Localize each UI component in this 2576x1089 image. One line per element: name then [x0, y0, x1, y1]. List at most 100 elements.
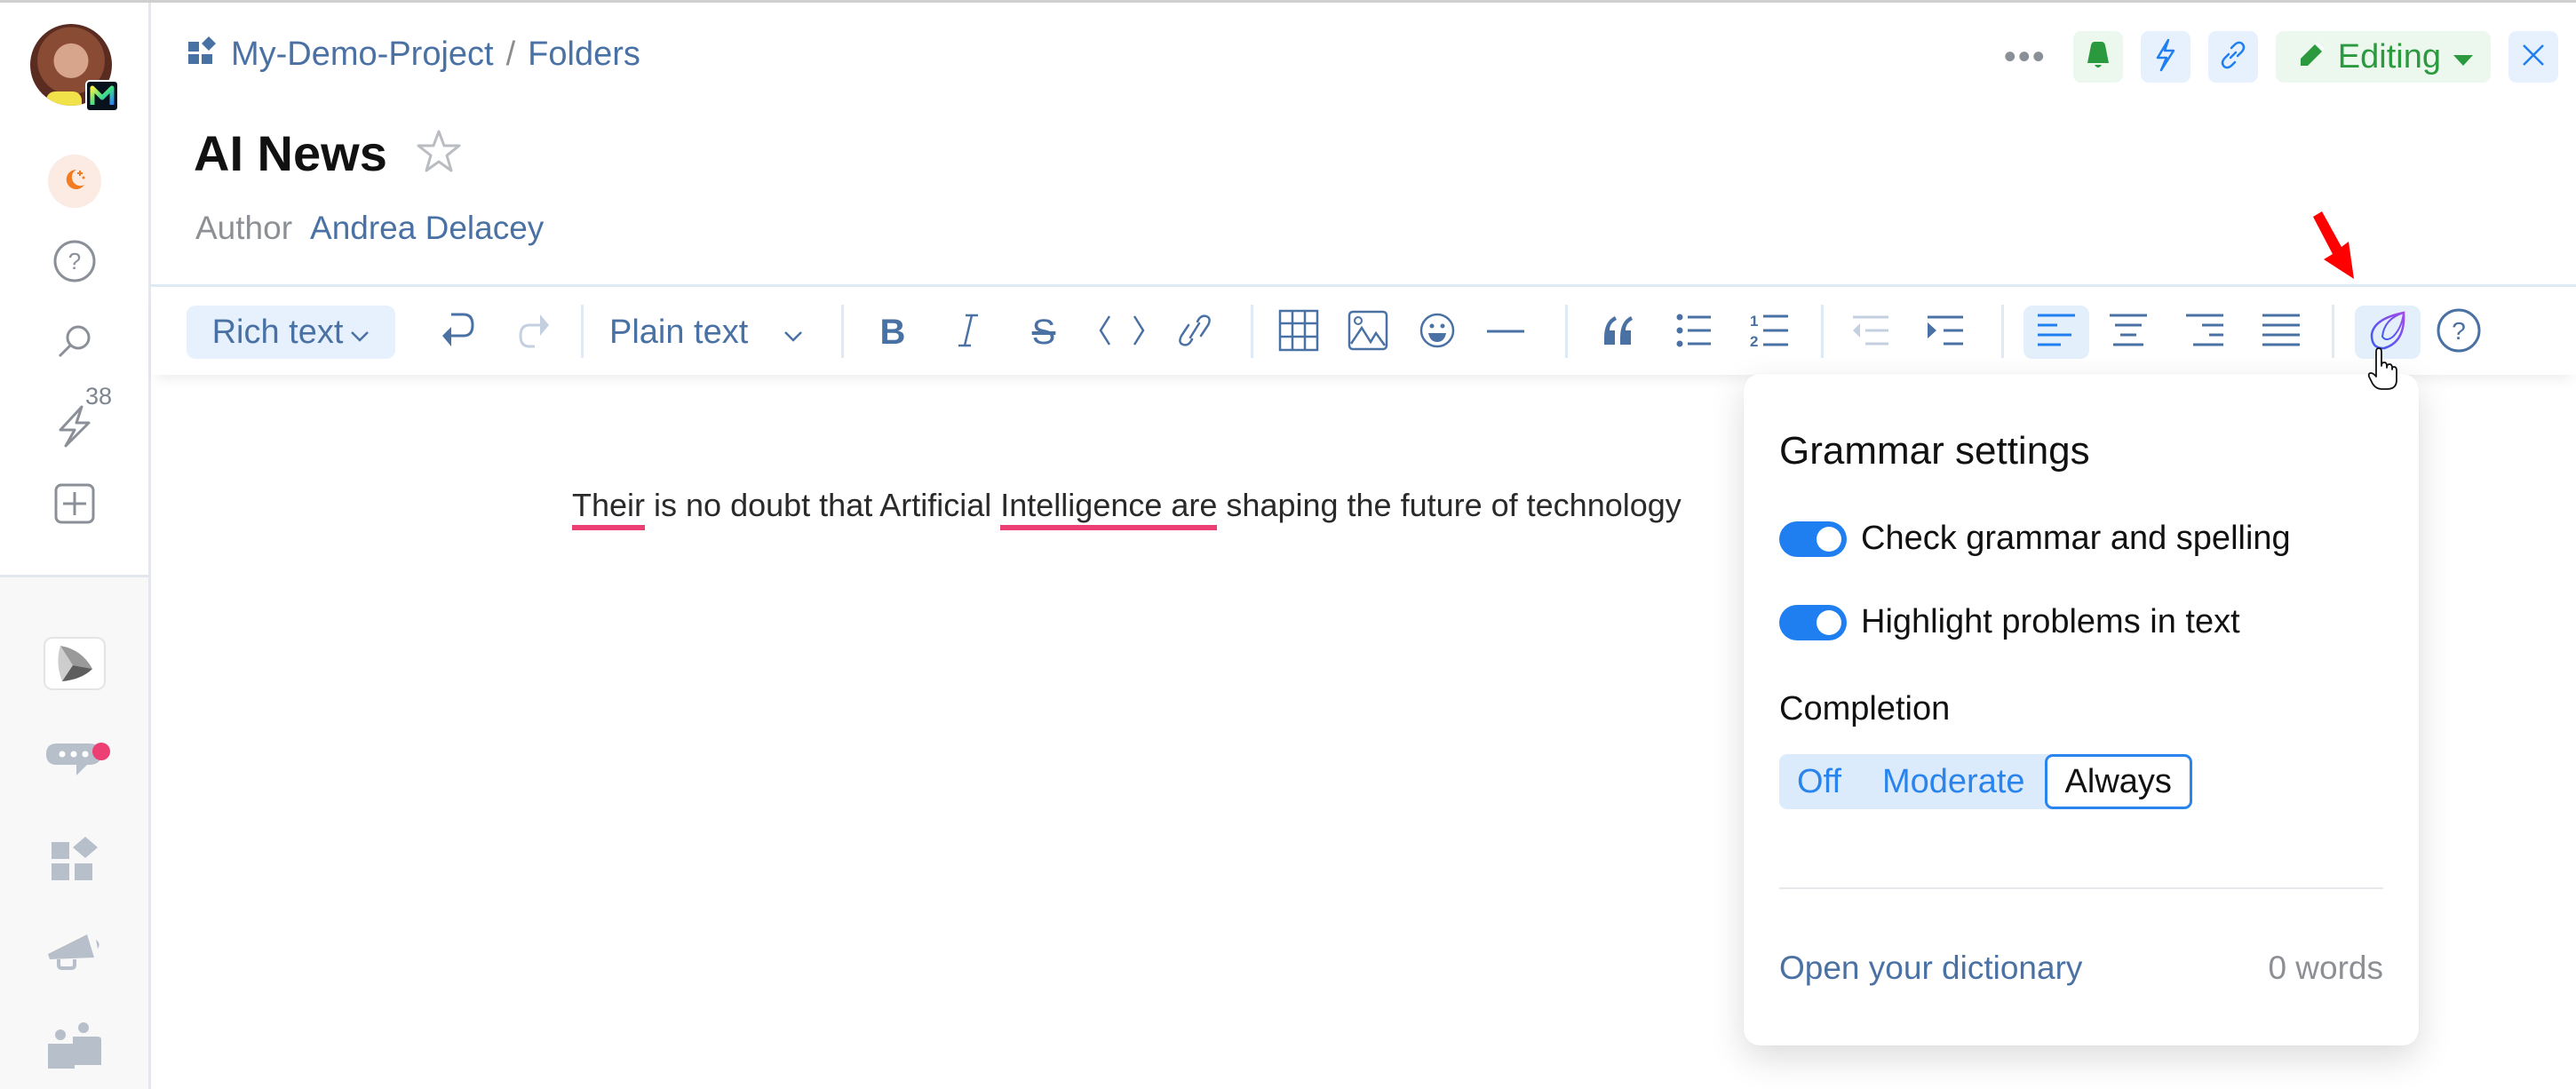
- format-select-label: Rich text: [211, 313, 344, 351]
- table-button[interactable]: [1272, 306, 1325, 359]
- justify-button[interactable]: [2254, 306, 2308, 359]
- editor-paragraph[interactable]: Their is no doubt that Artificial Intell…: [572, 487, 1682, 530]
- grammar-error-highlight[interactable]: Intelligence are: [1000, 487, 1218, 530]
- horizontal-rule-button[interactable]: [1479, 306, 1532, 359]
- automation-button[interactable]: [2140, 31, 2190, 83]
- quote-button[interactable]: [1592, 306, 1645, 359]
- chevron-down-icon: [783, 314, 803, 352]
- activity-count-badge: 38: [85, 383, 113, 409]
- header-actions: ••• Editing: [2004, 31, 2558, 83]
- sidebar-item-theme[interactable]: [0, 154, 148, 209]
- sidebar-app-chat[interactable]: [0, 737, 148, 791]
- apps-panel: [0, 575, 148, 1089]
- justify-icon: [2261, 313, 2302, 353]
- editing-mode-dropdown[interactable]: Editing: [2275, 31, 2491, 83]
- copy-link-button[interactable]: [2207, 31, 2258, 83]
- format-select[interactable]: Rich text: [187, 306, 395, 359]
- grammar-error-highlight[interactable]: Their: [572, 487, 646, 530]
- popup-title: Grammar settings: [1779, 429, 2090, 473]
- italic-button[interactable]: [942, 306, 995, 359]
- link-button[interactable]: [1168, 306, 1221, 359]
- svg-text:?: ?: [2452, 317, 2466, 345]
- check-grammar-toggle[interactable]: [1779, 521, 1847, 557]
- block-style-label: Plain text: [609, 313, 749, 351]
- highlight-problems-toggle[interactable]: [1779, 604, 1847, 640]
- redo-button[interactable]: [508, 306, 558, 359]
- sidebar-app-announcements[interactable]: [0, 927, 148, 981]
- page-title[interactable]: AI News: [194, 124, 387, 182]
- sidebar-app-teams[interactable]: [0, 1021, 148, 1075]
- close-icon: [2522, 44, 2545, 71]
- open-dictionary-link[interactable]: Open your dictionary: [1779, 950, 2082, 987]
- toolbar-divider: [841, 305, 844, 358]
- toggle-check-grammar[interactable]: Check grammar and spelling: [1779, 520, 2291, 558]
- svg-text:?: ?: [68, 248, 80, 274]
- completion-option-always[interactable]: Always: [2044, 754, 2192, 809]
- pencil-icon: [2299, 38, 2326, 76]
- undo-icon: [441, 311, 476, 354]
- workspace-badge: [85, 80, 119, 112]
- italic-icon: [955, 313, 982, 353]
- notifications-button[interactable]: [2072, 31, 2123, 83]
- author-link[interactable]: Andrea Delacey: [310, 210, 544, 247]
- completion-option-moderate[interactable]: Moderate: [1863, 754, 2045, 809]
- emoji-button[interactable]: [1411, 306, 1464, 359]
- bold-button[interactable]: B: [866, 306, 919, 359]
- align-center-button[interactable]: [2102, 306, 2155, 359]
- strikethrough-button[interactable]: S: [1017, 306, 1070, 359]
- search-icon: [55, 322, 94, 366]
- editor-text-segment: shaping the future of technology: [1217, 487, 1682, 523]
- completion-segmented-control: Off Moderate Always: [1779, 754, 2192, 809]
- emoji-icon: [1419, 312, 1456, 354]
- sidebar-app-launcher[interactable]: [0, 632, 148, 695]
- block-style-select[interactable]: Plain text: [595, 306, 817, 359]
- author-row: Author Andrea Delacey: [195, 210, 544, 247]
- align-center-icon: [2108, 313, 2149, 353]
- bullet-list-button[interactable]: [1667, 306, 1721, 359]
- code-button[interactable]: [1091, 306, 1153, 359]
- align-left-button[interactable]: [2023, 306, 2089, 359]
- toolbar-divider: [1251, 305, 1253, 358]
- breadcrumb-project[interactable]: My-Demo-Project: [231, 36, 494, 74]
- dictionary-word-count: 0 words: [2268, 950, 2383, 986]
- toggle-label: Highlight problems in text: [1861, 603, 2240, 640]
- sidebar-item-search[interactable]: [0, 319, 148, 369]
- breadcrumb: My-Demo-Project / Folders: [188, 36, 640, 74]
- image-button[interactable]: [1341, 306, 1395, 359]
- image-icon: [1348, 310, 1388, 355]
- align-right-icon: [2184, 313, 2225, 353]
- toggle-highlight-problems[interactable]: Highlight problems in text: [1779, 603, 2240, 641]
- completion-option-off[interactable]: Off: [1779, 754, 1863, 809]
- sidebar-item-help[interactable]: ?: [0, 235, 148, 290]
- breadcrumb-folders[interactable]: Folders: [528, 36, 640, 74]
- sidebar: ? 38: [0, 3, 151, 1089]
- help-icon: ?: [2436, 307, 2482, 358]
- author-label: Author: [195, 210, 293, 246]
- link-icon: [2217, 39, 2249, 76]
- chevron-down-icon: [350, 314, 370, 352]
- outdent-button[interactable]: [1844, 306, 1897, 359]
- horizontal-rule-icon: [1485, 324, 1526, 340]
- sidebar-item-create[interactable]: [0, 479, 148, 532]
- sidebar-item-activity[interactable]: [0, 401, 148, 454]
- editor-content[interactable]: Their is no doubt that Artificial Intell…: [568, 471, 1741, 542]
- project-icon: [188, 36, 219, 74]
- svg-text:2: 2: [1750, 333, 1758, 350]
- more-options-button[interactable]: •••: [2004, 39, 2047, 75]
- favorite-star-icon[interactable]: [416, 129, 462, 178]
- sidebar-app-projects[interactable]: [0, 833, 148, 886]
- indent-button[interactable]: [1919, 306, 1972, 359]
- chat-notification-dot: [92, 743, 110, 760]
- toolbar-divider: [581, 305, 584, 358]
- toolbar-divider: [2001, 305, 2004, 358]
- toolbar-divider: [1565, 305, 1568, 358]
- blocks-icon: [50, 835, 99, 886]
- undo-button[interactable]: [433, 306, 483, 359]
- help-button[interactable]: ?: [2432, 306, 2485, 359]
- numbered-list-button[interactable]: 12: [1743, 306, 1796, 359]
- annotation-arrow-icon: [2310, 210, 2363, 285]
- align-right-button[interactable]: [2178, 306, 2231, 359]
- close-button[interactable]: [2508, 31, 2558, 83]
- grammar-settings-popup: Grammar settings Check grammar and spell…: [1744, 374, 2419, 1045]
- toolbar-divider: [2332, 305, 2334, 358]
